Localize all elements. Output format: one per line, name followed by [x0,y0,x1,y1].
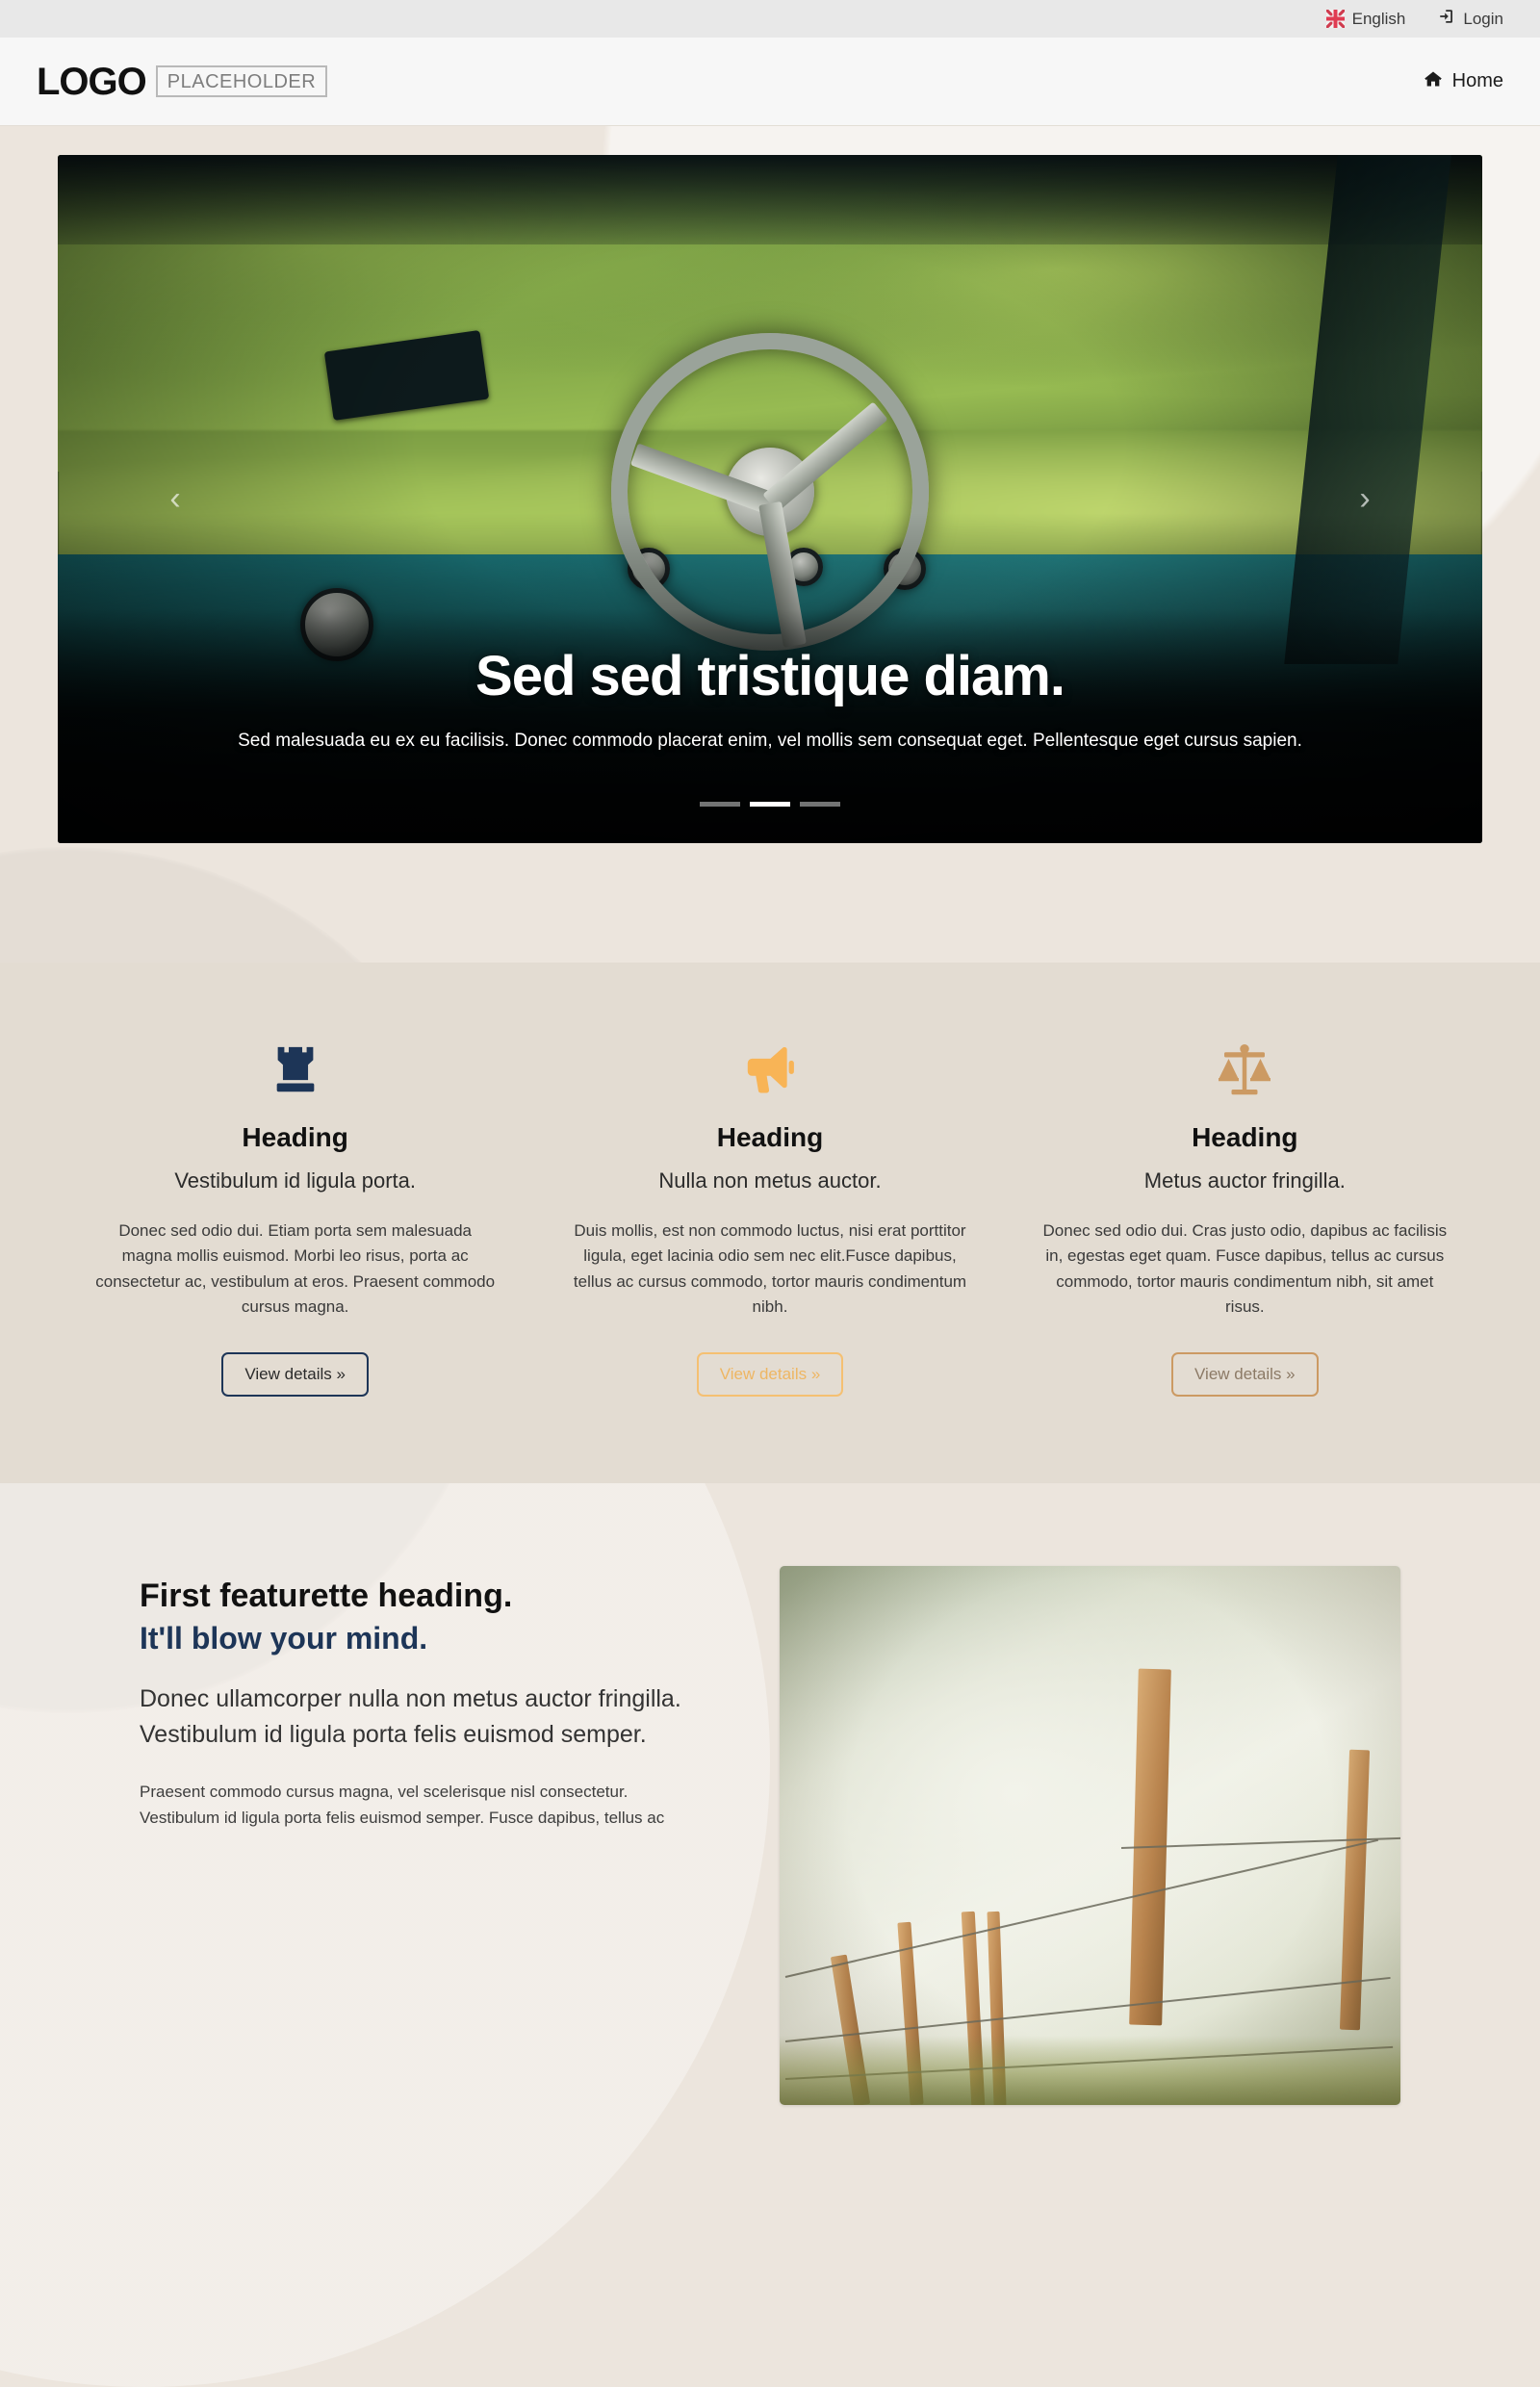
carousel-caption: Sed sed tristique diam. Sed malesuada eu… [229,644,1312,756]
feature-heading-3: Heading [1192,1122,1298,1152]
feature-column-2: Heading Nulla non metus auctor. Duis mol… [532,1036,1007,1398]
carousel-indicator-3[interactable] [800,802,840,807]
login-label: Login [1463,9,1503,28]
feature-text-2: Duis mollis, est non commodo luctus, nis… [573,1221,967,1317]
carousel-prev-button[interactable]: ‹ [146,471,204,528]
features-row: Heading Vestibulum id ligula porta. Done… [58,1036,1482,1398]
feature-column-1: Heading Vestibulum id ligula porta. Done… [58,1036,532,1398]
feature-lead-3: Metus auctor fringilla. [1143,1168,1346,1193]
feature-column-3: Heading Metus auctor fringilla. Donec se… [1008,1036,1482,1398]
carousel-indicator-2[interactable] [750,802,790,807]
featurette-text-block: First featurette heading. It'll blow you… [140,1566,712,1831]
carousel-indicator-1[interactable] [700,802,740,807]
featurette-body: Praesent commodo cursus magna, vel scele… [140,1782,665,1828]
carousel-next-button[interactable]: › [1336,471,1394,528]
main-navbar: LOGO PLACEHOLDER Home [0,38,1540,126]
view-details-button-1[interactable]: View details » [221,1352,369,1398]
nav-item-home-label: Home [1451,70,1503,91]
hero-carousel[interactable]: ‹ › Sed sed tristique diam. Sed malesuad… [58,155,1482,843]
logo-placeholder-box: PLACEHOLDER [155,65,328,97]
featurette-section: First featurette heading. It'll blow you… [0,1483,1540,2163]
features-section: Heading Vestibulum id ligula porta. Done… [0,962,1540,1484]
featurette-subheading: It'll blow your mind. [140,1621,428,1656]
sign-in-icon [1438,8,1455,30]
megaphone-icon [567,1036,972,1105]
feature-text-1: Donec sed odio dui. Etiam porta sem male… [95,1221,496,1317]
login-link[interactable]: Login [1438,8,1503,30]
chevron-left-icon: ‹ [169,480,181,517]
featurette-media [780,1566,1400,2106]
balance-scale-icon [1042,1036,1448,1105]
feature-heading-1: Heading [242,1122,348,1152]
carousel-subtitle: Sed malesuada eu ex eu facilisis. Donec … [238,730,1302,751]
carousel-indicators [58,802,1482,807]
feature-heading-2: Heading [716,1122,824,1152]
featurette-heading: First featurette heading. [140,1578,513,1615]
featurette-lead: Donec ullamcorper nulla non metus auctor… [140,1685,681,1748]
chess-rook-icon [92,1036,498,1105]
nav-links: Home [1424,69,1503,94]
barbed-wire-fence-photo [780,1566,1400,2106]
top-utility-bar: English Login [0,0,1540,38]
language-selector[interactable]: English [1324,8,1406,30]
uk-flag-icon [1324,8,1346,30]
feature-lead-1: Vestibulum id ligula porta. [174,1168,417,1193]
logo-word: LOGO [37,60,147,103]
hero-section: ‹ › Sed sed tristique diam. Sed malesuad… [0,126,1540,843]
view-details-button-3[interactable]: View details » [1171,1352,1319,1398]
carousel-title: Sed sed tristique diam. [475,644,1065,707]
language-label: English [1351,9,1406,28]
site-logo[interactable]: LOGO PLACEHOLDER [37,60,328,103]
feature-text-3: Donec sed odio dui. Cras justo odio, dap… [1042,1221,1448,1317]
view-details-button-2[interactable]: View details » [696,1352,844,1398]
nav-item-home[interactable]: Home [1424,69,1503,94]
home-icon [1424,69,1443,94]
feature-lead-2: Nulla non metus auctor. [658,1168,882,1193]
chevron-right-icon: › [1359,480,1371,517]
